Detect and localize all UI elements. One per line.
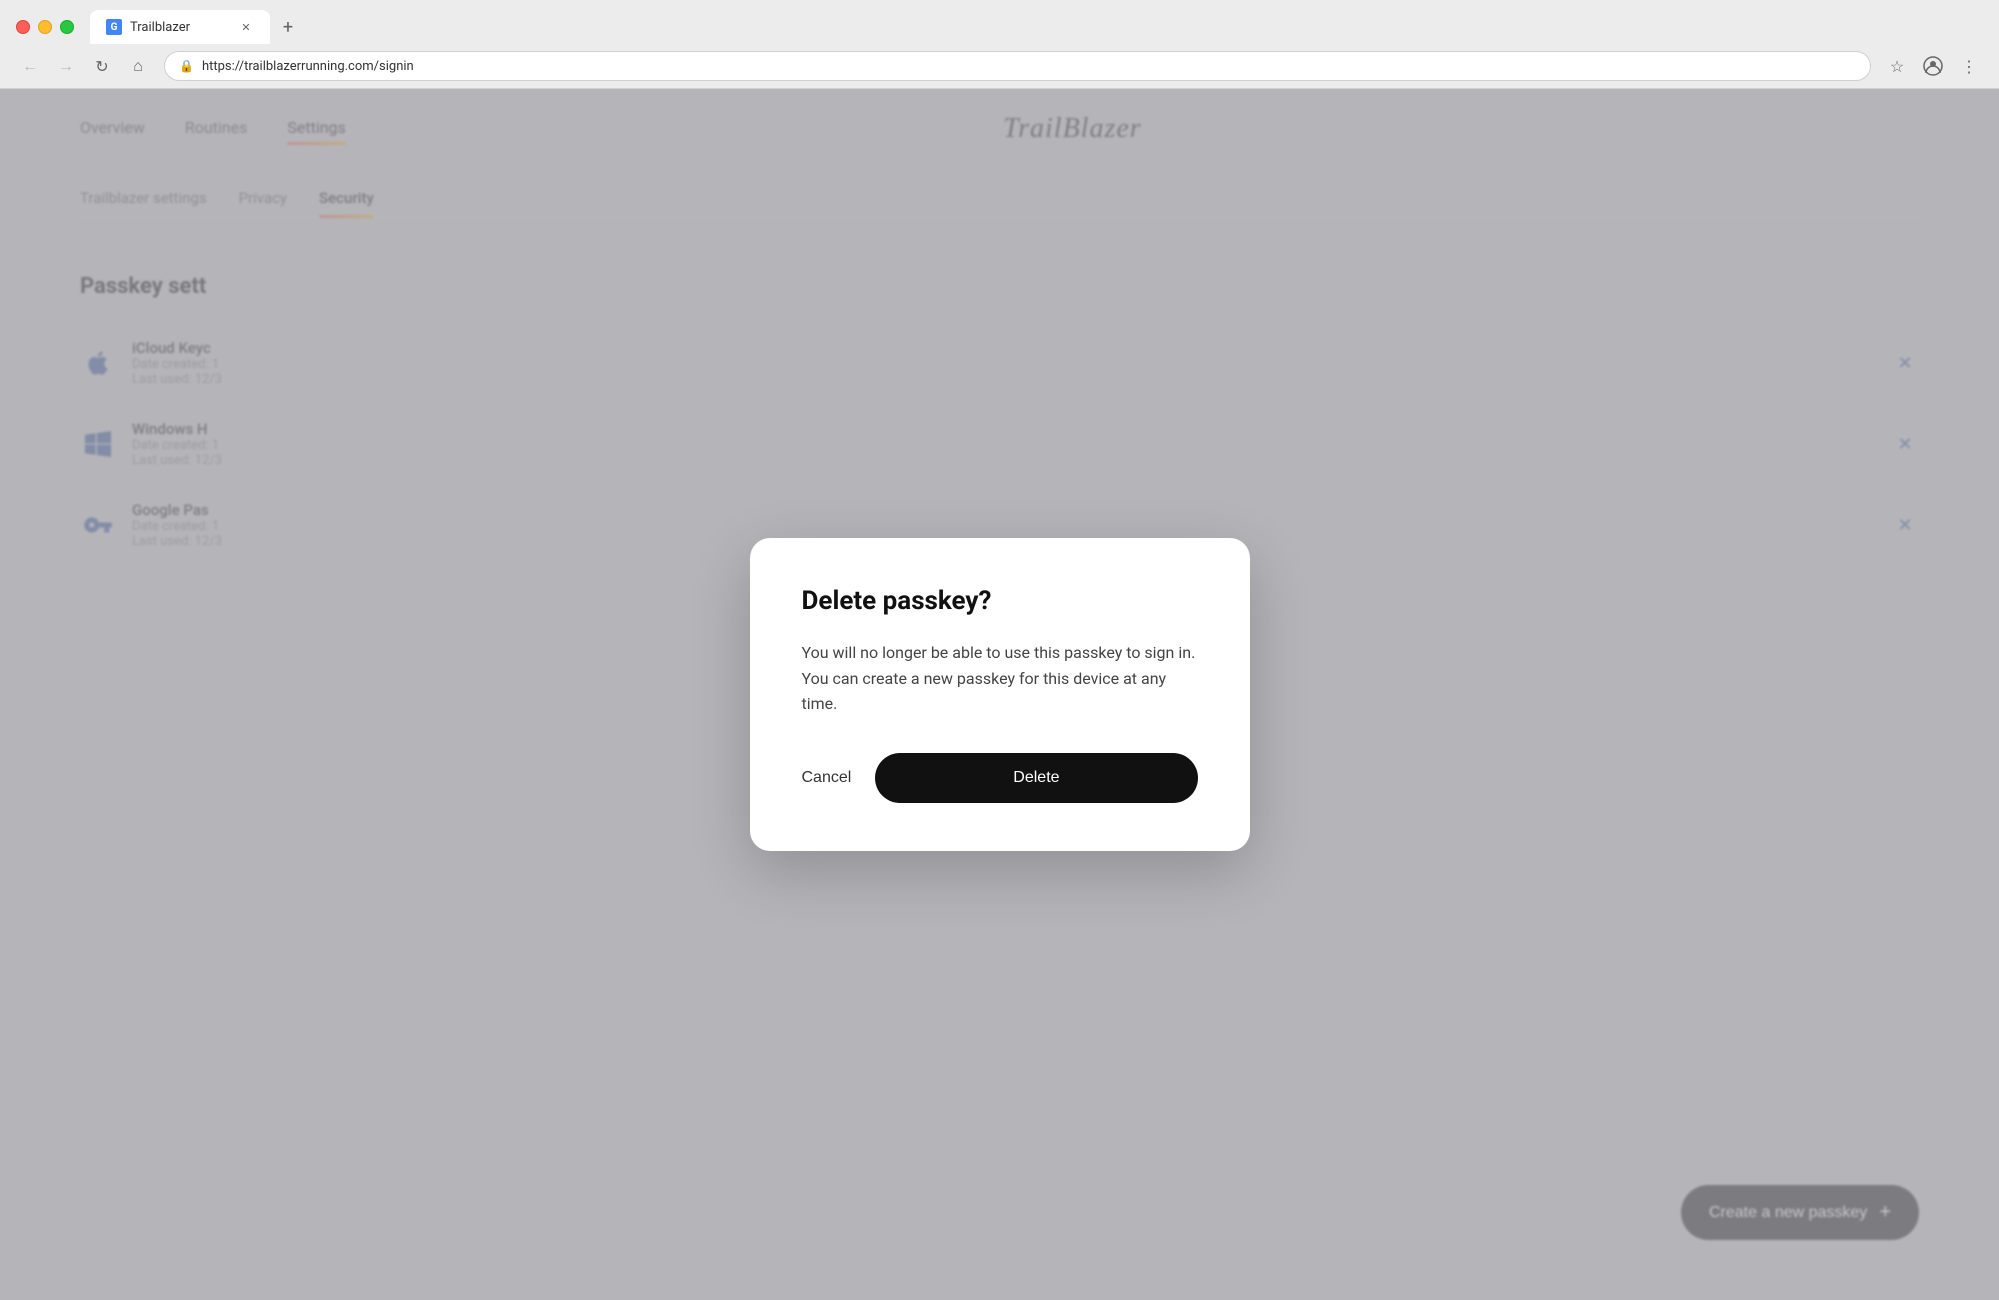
- tab-favicon: G: [106, 19, 122, 35]
- address-bar: ← → ↻ ⌂ 🔒 https://trailblazerrunning.com…: [0, 44, 1999, 88]
- delete-passkey-modal: Delete passkey? You will no longer be ab…: [750, 538, 1250, 851]
- address-actions: ☆ ⋮: [1883, 52, 1983, 80]
- tab-title: Trailblazer: [130, 20, 190, 35]
- url-text: https://trailblazerrunning.com/signin: [202, 59, 414, 74]
- delete-button[interactable]: Delete: [875, 753, 1197, 803]
- modal-overlay[interactable]: Delete passkey? You will no longer be ab…: [0, 89, 1999, 1300]
- menu-button[interactable]: ⋮: [1955, 52, 1983, 80]
- page-wrapper: Overview Routines Settings TrailBlazer T…: [0, 89, 1999, 1300]
- forward-button[interactable]: →: [52, 52, 80, 80]
- tab-close-button[interactable]: ✕: [238, 19, 254, 35]
- bookmark-button[interactable]: ☆: [1883, 52, 1911, 80]
- page-content: Overview Routines Settings TrailBlazer T…: [0, 89, 1999, 1300]
- new-tab-button[interactable]: +: [274, 13, 302, 41]
- browser-chrome: G Trailblazer ✕ + ← → ↻ ⌂ 🔒 https://trai…: [0, 0, 1999, 89]
- home-button[interactable]: ⌂: [124, 52, 152, 80]
- modal-body: You will no longer be able to use this p…: [802, 640, 1198, 717]
- tab-bar: G Trailblazer ✕ +: [90, 10, 1983, 44]
- traffic-lights: [16, 20, 74, 34]
- profile-button[interactable]: [1919, 52, 1947, 80]
- title-bar: G Trailblazer ✕ +: [0, 0, 1999, 44]
- url-bar[interactable]: 🔒 https://trailblazerrunning.com/signin: [164, 51, 1871, 81]
- cancel-button[interactable]: Cancel: [802, 757, 852, 799]
- modal-actions: Cancel Delete: [802, 753, 1198, 803]
- maximize-window-button[interactable]: [60, 20, 74, 34]
- browser-tab[interactable]: G Trailblazer ✕: [90, 10, 270, 44]
- back-button[interactable]: ←: [16, 52, 44, 80]
- reload-button[interactable]: ↻: [88, 52, 116, 80]
- close-window-button[interactable]: [16, 20, 30, 34]
- modal-title: Delete passkey?: [802, 586, 1198, 616]
- nav-buttons: ← → ↻ ⌂: [16, 52, 152, 80]
- minimize-window-button[interactable]: [38, 20, 52, 34]
- lock-icon: 🔒: [179, 59, 194, 73]
